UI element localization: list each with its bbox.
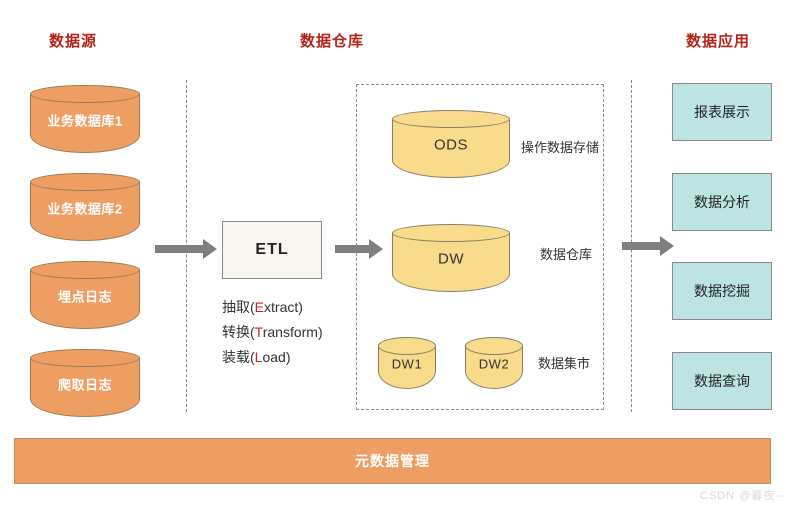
application-box-data-mining: 数据挖掘 bbox=[672, 262, 772, 320]
arrow-warehouse-to-application bbox=[622, 236, 678, 256]
warehouse-marts-side-label: 数据集市 bbox=[538, 356, 591, 371]
etl-legend: 抽取(Extract) 转换(Transform) 装载(Load) bbox=[222, 295, 323, 370]
warehouse-layer-label: DW bbox=[438, 250, 464, 268]
application-box-report-display: 报表展示 bbox=[672, 83, 772, 141]
arrow-shaft bbox=[622, 242, 660, 250]
warehouse-mart-dw1: DW1 bbox=[378, 337, 436, 389]
etl-step-load: 装载(Load) bbox=[222, 345, 323, 370]
source-store-crawler-log: 爬取日志 bbox=[30, 349, 140, 417]
cylinder-top bbox=[30, 85, 140, 103]
cylinder-top bbox=[30, 173, 140, 191]
application-box-data-query: 数据查询 bbox=[672, 352, 772, 410]
source-store-label: 爬取日志 bbox=[57, 377, 112, 393]
application-box-data-analysis: 数据分析 bbox=[672, 173, 772, 231]
arrow-shaft bbox=[155, 245, 203, 253]
etl-step-load-cn: 装载( bbox=[222, 349, 255, 365]
warehouse-mart-dw2: DW2 bbox=[465, 337, 523, 389]
warehouse-mart-label: DW2 bbox=[478, 356, 510, 372]
warehouse-mart-label: DW1 bbox=[391, 356, 423, 372]
arrow-head bbox=[369, 239, 383, 259]
warehouse-layer-label: ODS bbox=[433, 136, 468, 154]
arrow-shaft bbox=[335, 245, 369, 253]
arrow-etl-to-warehouse bbox=[335, 239, 397, 259]
source-store-label: 埋点日志 bbox=[57, 289, 112, 305]
section-title-data-application: 数据应用 bbox=[686, 33, 751, 50]
section-title-data-warehouse: 数据仓库 bbox=[300, 33, 365, 50]
arrow-head bbox=[660, 236, 674, 256]
section-title-data-source: 数据源 bbox=[49, 33, 98, 50]
etl-step-extract-rest: xtract) bbox=[264, 299, 303, 315]
source-store-label: 业务数据库2 bbox=[47, 201, 123, 217]
arrow-head bbox=[203, 239, 217, 259]
source-store-label: 业务数据库1 bbox=[47, 113, 123, 129]
etl-step-load-rest: oad) bbox=[262, 349, 291, 365]
source-store-business-db-1: 业务数据库1 bbox=[30, 85, 140, 153]
etl-step-extract: 抽取(Extract) bbox=[222, 295, 323, 320]
cylinder-top bbox=[30, 349, 140, 367]
metadata-management-bar: 元数据管理 bbox=[14, 438, 771, 484]
diagram-canvas: 数据源 数据仓库 数据应用 业务数据库1 业务数据库2 埋点日志 爬取日志 ET… bbox=[0, 0, 795, 507]
etl-box: ETL bbox=[222, 221, 322, 279]
cylinder-top bbox=[392, 110, 510, 128]
etl-step-transform-cn: 转换( bbox=[222, 324, 255, 340]
warehouse-layer-dw-side-label: 数据仓库 bbox=[540, 247, 593, 262]
warehouse-layer-dw: DW bbox=[392, 224, 510, 292]
cylinder-top bbox=[465, 337, 523, 355]
warehouse-layer-ods: ODS bbox=[392, 110, 510, 178]
etl-step-transform-rest: ransform) bbox=[262, 324, 323, 340]
csdn-watermark: CSDN @暮夜-- bbox=[700, 490, 785, 502]
cylinder-top bbox=[30, 261, 140, 279]
warehouse-layer-ods-side-label: 操作数据存储 bbox=[521, 140, 600, 155]
cylinder-top bbox=[378, 337, 436, 355]
cylinder-top bbox=[392, 224, 510, 242]
source-store-business-db-2: 业务数据库2 bbox=[30, 173, 140, 241]
etl-step-extract-cn: 抽取( bbox=[222, 299, 255, 315]
source-store-tracking-log: 埋点日志 bbox=[30, 261, 140, 329]
etl-step-transform-key: T bbox=[254, 324, 263, 340]
etl-step-extract-key: E bbox=[254, 299, 265, 315]
arrow-source-to-etl bbox=[155, 239, 217, 259]
etl-step-transform: 转换(Transform) bbox=[222, 320, 323, 345]
